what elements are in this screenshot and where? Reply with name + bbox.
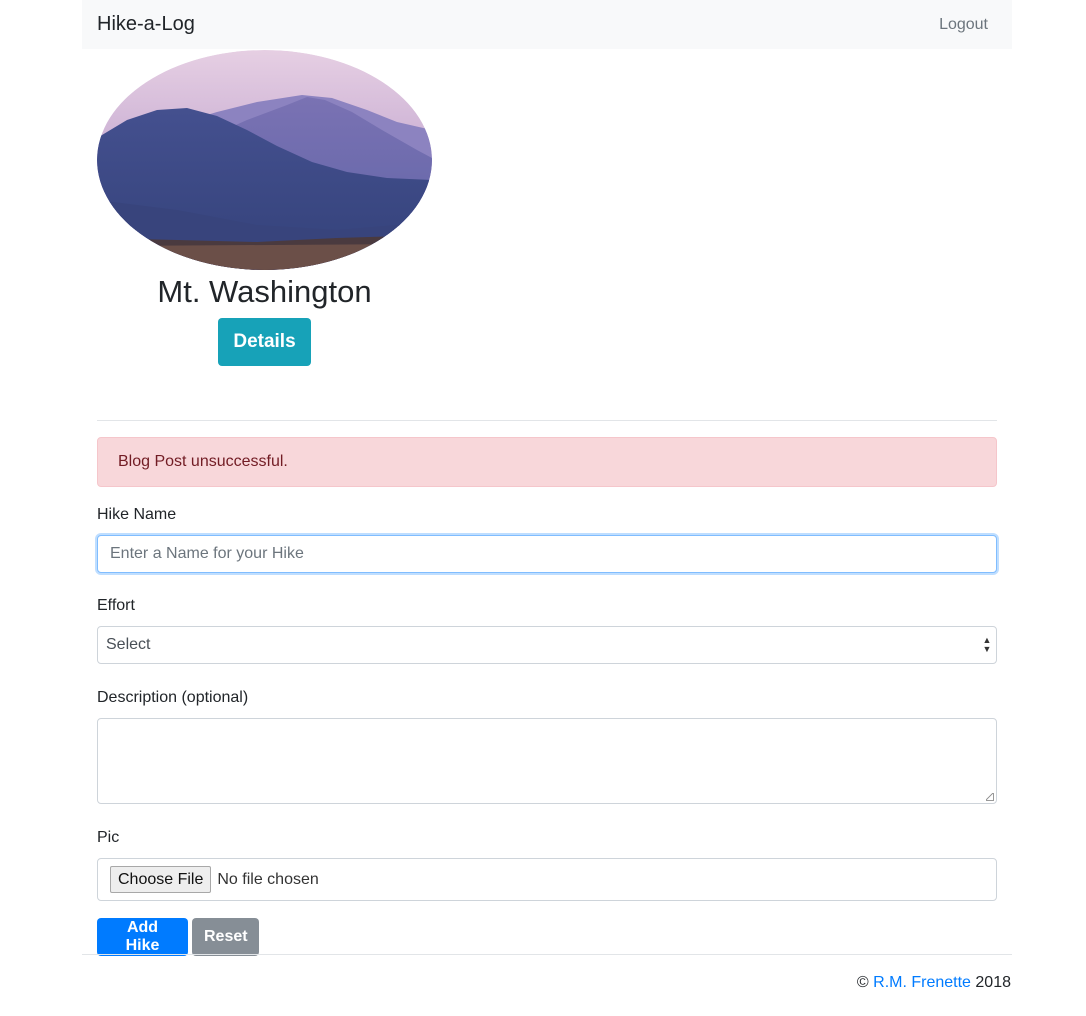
hike-title: Mt. Washington [157,274,372,309]
section-divider [97,420,997,421]
choose-file-button[interactable]: Choose File [110,866,212,893]
footer-year: 2018 [975,974,1011,991]
pic-label: Pic [97,829,120,846]
add-hike-button[interactable]: Add Hike [97,918,188,956]
page-container: Hike-a-Log Logout Mt. Washington Details… [82,0,1012,991]
copyright-symbol: © [856,974,869,991]
add-hike-form: Hike Name Effort Select ▲▼ Description (… [97,505,997,956]
description-label: Description (optional) [97,689,249,706]
pic-file-input: Choose File No file chosen [97,858,997,901]
error-alert: Blog Post unsuccessful. [97,437,997,487]
select-arrows-icon: ▲ ▼ [982,635,992,654]
hike-name-label: Hike Name [97,506,177,523]
effort-select[interactable]: Select ▲ ▼ [97,626,997,664]
reset-button[interactable]: Reset [192,918,259,956]
hike-photo [97,50,432,270]
hike-name-input[interactable] [97,535,997,573]
hike-card: Mt. Washington Details [97,50,432,366]
file-status-text: No file chosen [217,870,319,888]
navbar: Hike-a-Log Logout [82,0,1012,49]
details-button[interactable]: Details [218,318,311,366]
effort-selected-value: Select [106,636,151,653]
logout-link[interactable]: Logout [939,16,988,34]
footer: © R.M. Frenette 2018 [857,974,1011,992]
author-link[interactable]: R.M. Frenette [873,974,971,991]
form-actions: Add Hike Reset [97,918,997,956]
resize-grip-icon[interactable] [986,793,994,801]
brand-link[interactable]: Hike-a-Log [97,13,195,36]
description-textarea[interactable] [97,718,997,804]
effort-label: Effort [97,597,135,614]
footer-divider [82,954,1012,955]
